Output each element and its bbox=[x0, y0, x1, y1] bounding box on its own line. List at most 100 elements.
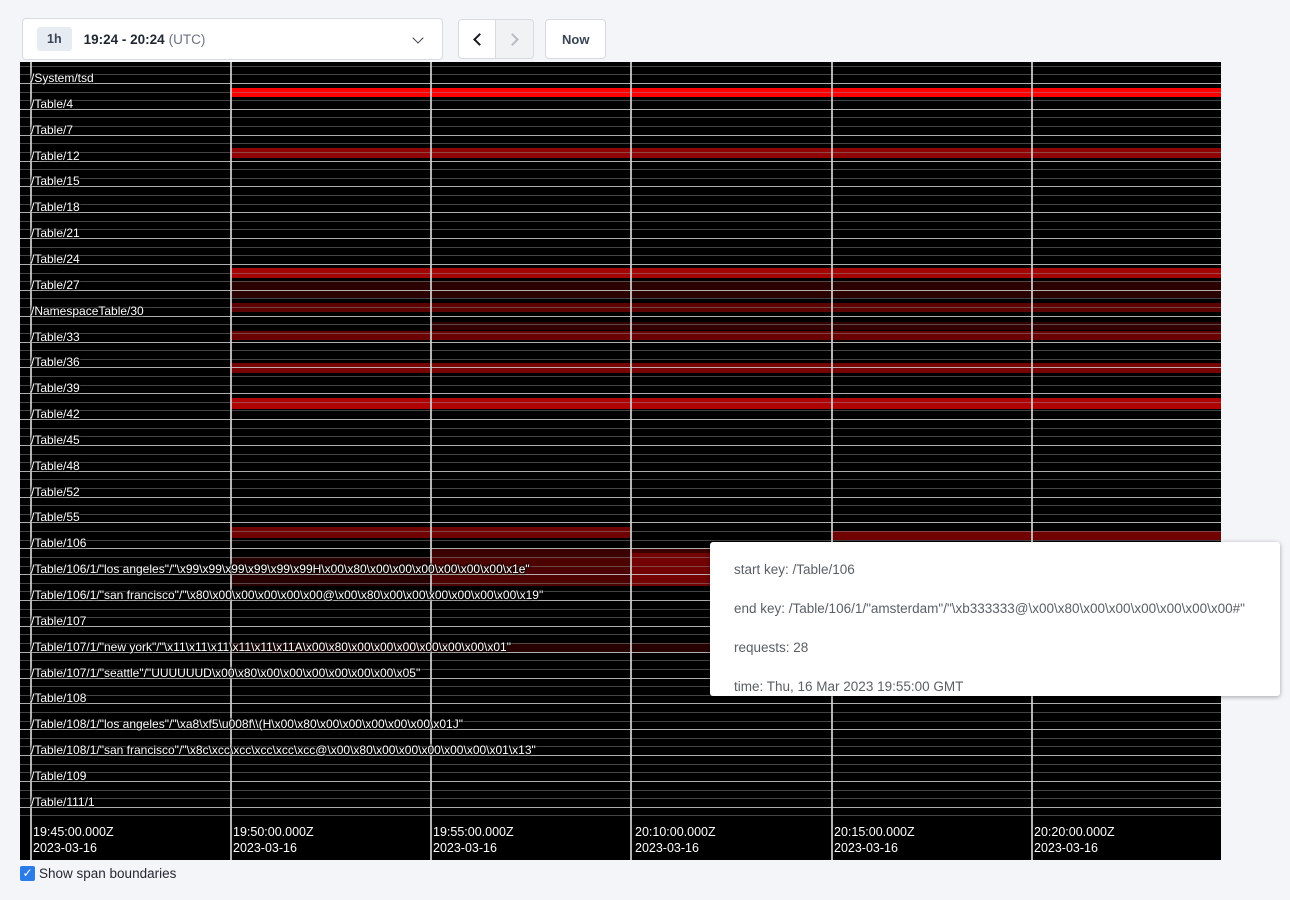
time-gridline bbox=[831, 62, 833, 860]
x-axis-label: 20:15:00.000Z2023-03-16 bbox=[834, 824, 915, 856]
row-label: /Table/107 bbox=[31, 614, 86, 629]
heat-band[interactable] bbox=[430, 322, 1221, 330]
x-axis-label: 19:55:00.000Z2023-03-16 bbox=[433, 824, 514, 856]
span-boundary-line bbox=[20, 255, 1221, 256]
x-axis-time: 20:10:00.000Z bbox=[635, 824, 716, 840]
previous-interval-button[interactable] bbox=[458, 19, 496, 59]
footer: ✓ Show span boundaries bbox=[20, 866, 176, 881]
chevron-left-icon bbox=[473, 33, 486, 46]
row-label: /Table/18 bbox=[31, 200, 80, 215]
time-gridline bbox=[630, 62, 632, 860]
time-range-text: 19:24 - 20:24 bbox=[84, 32, 165, 47]
row-label: /Table/107/1/"seattle"/"UUUUUUD\x00\x80\… bbox=[31, 666, 420, 681]
span-boundary-line bbox=[20, 143, 1221, 144]
span-boundary-line bbox=[20, 264, 1221, 265]
time-gridline bbox=[1031, 62, 1033, 860]
span-boundary-line bbox=[20, 290, 1221, 291]
span-boundary-line bbox=[20, 221, 1221, 222]
span-boundary-line bbox=[20, 161, 1221, 162]
span-boundary-line bbox=[20, 109, 1221, 110]
row-label: /Table/107/1/"new york"/"\x11\x11\x11\x1… bbox=[31, 640, 511, 655]
row-label: /Table/12 bbox=[31, 149, 80, 164]
x-axis-time: 19:55:00.000Z bbox=[433, 824, 514, 840]
span-boundary-line bbox=[20, 342, 1221, 343]
span-boundary-line bbox=[20, 83, 1221, 84]
x-axis-date: 2023-03-16 bbox=[1034, 840, 1115, 856]
span-boundary-line bbox=[20, 798, 1221, 799]
span-boundary-line bbox=[20, 204, 1221, 205]
span-boundary-line bbox=[20, 152, 1221, 153]
span-boundary-line bbox=[20, 790, 1221, 791]
heatmap-canvas[interactable]: /System/tsd/Table/4/Table/7/Table/12/Tab… bbox=[20, 62, 1221, 860]
span-boundary-line bbox=[20, 410, 1221, 411]
x-axis-time: 20:20:00.000Z bbox=[1034, 824, 1115, 840]
span-boundary-line bbox=[20, 505, 1221, 506]
x-axis-label: 20:20:00.000Z2023-03-16 bbox=[1034, 824, 1115, 856]
span-boundary-line bbox=[20, 454, 1221, 455]
span-boundary-line bbox=[20, 428, 1221, 429]
row-label: /Table/15 bbox=[31, 174, 80, 189]
row-label: /Table/111/1 bbox=[31, 795, 95, 810]
span-boundary-line bbox=[20, 471, 1221, 472]
next-interval-button[interactable] bbox=[496, 19, 534, 59]
tooltip-start-key: start key: /Table/106 bbox=[734, 562, 1256, 577]
span-boundary-line bbox=[20, 92, 1221, 93]
row-label: /System/tsd bbox=[31, 71, 94, 86]
row-label: /Table/108/1/"san francisco"/"\x8c\xcc\x… bbox=[31, 743, 536, 758]
row-label: /Table/42 bbox=[31, 407, 80, 422]
span-boundary-line bbox=[20, 514, 1221, 515]
chevron-right-icon bbox=[506, 33, 519, 46]
heat-band[interactable] bbox=[230, 148, 1221, 158]
span-boundary-line bbox=[20, 781, 1221, 782]
row-label: /NamespaceTable/30 bbox=[31, 304, 144, 319]
row-label: /Table/106/1/"los angeles"/"\x99\x99\x99… bbox=[31, 562, 530, 577]
span-boundary-line bbox=[20, 126, 1221, 127]
span-boundary-line bbox=[20, 807, 1221, 808]
chevron-down-icon bbox=[412, 32, 423, 43]
span-boundary-line bbox=[20, 333, 1221, 334]
span-boundary-line bbox=[20, 815, 1221, 816]
span-boundary-line bbox=[20, 169, 1221, 170]
span-boundary-line bbox=[20, 195, 1221, 196]
x-axis-date: 2023-03-16 bbox=[433, 840, 514, 856]
span-boundary-line bbox=[20, 273, 1221, 274]
span-boundary-line bbox=[20, 764, 1221, 765]
heatmap-tooltip: start key: /Table/106 end key: /Table/10… bbox=[710, 542, 1280, 696]
tooltip-time: time: Thu, 16 Mar 2023 19:55:00 GMT bbox=[734, 679, 1256, 694]
time-gridline bbox=[430, 62, 432, 860]
time-range-selector[interactable]: 1h 19:24 - 20:24 (UTC) bbox=[22, 18, 443, 60]
span-boundary-line bbox=[20, 497, 1221, 498]
now-button[interactable]: Now bbox=[545, 19, 606, 59]
span-boundary-line bbox=[20, 359, 1221, 360]
row-label: /Table/45 bbox=[31, 433, 80, 448]
row-label: /Table/36 bbox=[31, 355, 80, 370]
span-boundary-line bbox=[20, 772, 1221, 773]
span-boundary-line bbox=[20, 178, 1221, 179]
row-label: /Table/21 bbox=[31, 226, 80, 241]
row-label: /Table/106 bbox=[31, 536, 86, 551]
heat-band[interactable] bbox=[831, 531, 1221, 540]
show-span-boundaries-checkbox[interactable]: ✓ bbox=[20, 866, 35, 881]
span-boundary-line bbox=[20, 419, 1221, 420]
heat-band[interactable] bbox=[230, 398, 1221, 409]
time-nav-group bbox=[458, 19, 534, 59]
span-boundary-line bbox=[20, 307, 1221, 308]
span-boundary-line bbox=[20, 488, 1221, 489]
row-label: /Table/55 bbox=[31, 510, 80, 525]
span-boundary-line bbox=[20, 445, 1221, 446]
span-boundary-line bbox=[20, 712, 1221, 713]
show-span-boundaries-label[interactable]: Show span boundaries bbox=[39, 866, 176, 881]
toolbar: 1h 19:24 - 20:24 (UTC) Now bbox=[0, 0, 1290, 62]
span-boundary-line bbox=[20, 74, 1221, 75]
span-boundary-line bbox=[20, 393, 1221, 394]
x-axis-time: 19:45:00.000Z bbox=[33, 824, 114, 840]
x-axis-date: 2023-03-16 bbox=[33, 840, 114, 856]
span-boundary-line bbox=[20, 298, 1221, 299]
row-label: /Table/106/1/"san francisco"/"\x80\x00\x… bbox=[31, 588, 543, 603]
row-label: /Table/4 bbox=[31, 97, 73, 112]
time-gridline bbox=[230, 62, 232, 860]
x-axis-date: 2023-03-16 bbox=[233, 840, 314, 856]
row-label: /Table/52 bbox=[31, 485, 80, 500]
span-boundary-line bbox=[20, 540, 1221, 541]
span-boundary-line bbox=[20, 350, 1221, 351]
